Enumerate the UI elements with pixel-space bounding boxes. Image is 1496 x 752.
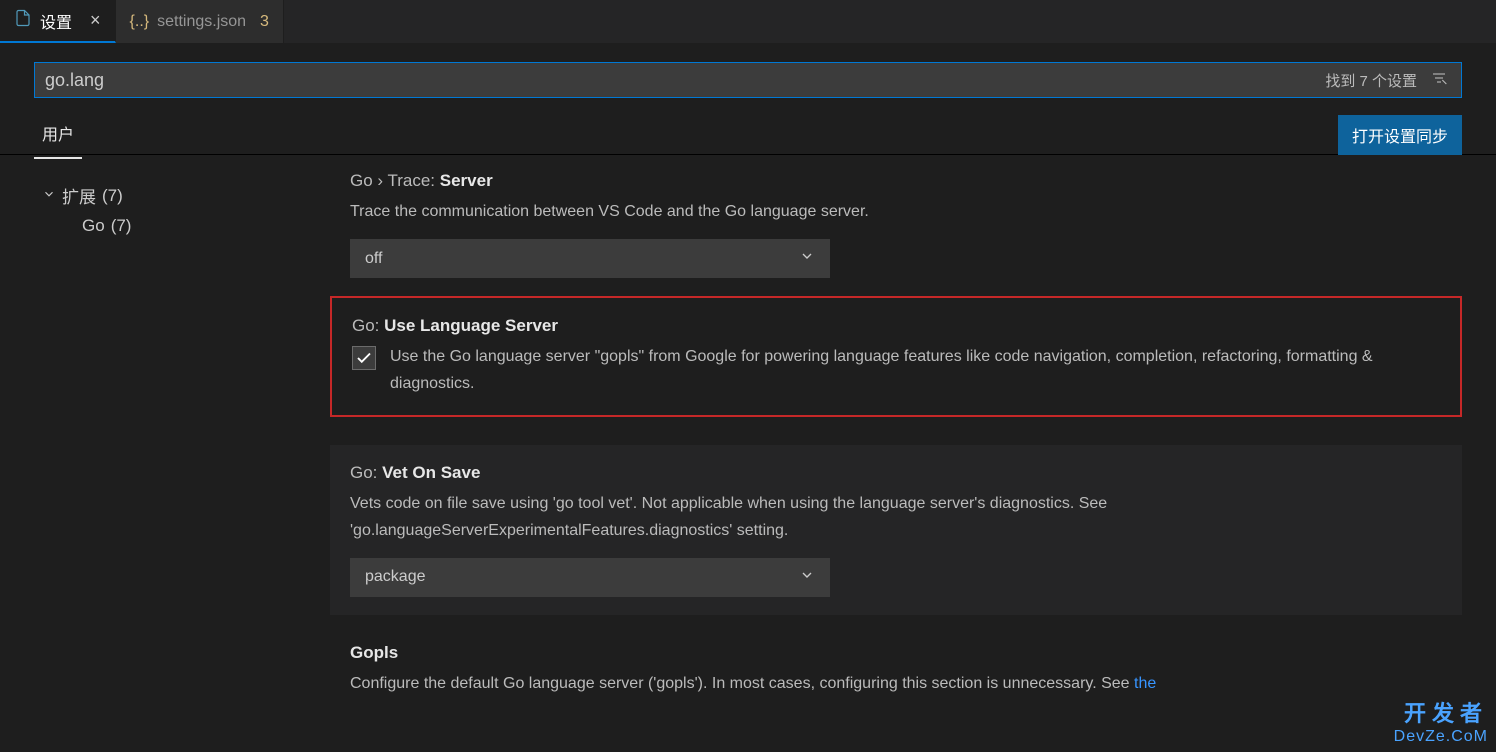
json-braces-icon: {..} [130, 13, 150, 31]
setting-go-trace-server: Go › Trace: Server Trace the communicati… [330, 171, 1462, 296]
tab-settings-json[interactable]: {..} settings.json 3 [116, 0, 284, 43]
tab-label: 设置 [40, 9, 72, 33]
chevron-down-icon [799, 248, 815, 269]
setting-title: Go: Vet On Save [350, 463, 1442, 483]
setting-title: Gopls [350, 643, 1442, 663]
open-settings-sync-button[interactable]: 打开设置同步 [1338, 115, 1462, 155]
tree-label: Go [82, 216, 105, 236]
trace-server-select[interactable]: off [350, 239, 830, 278]
tab-badge: 3 [260, 13, 269, 31]
setting-go-use-language-server: Go: Use Language Server Use the Go langu… [330, 296, 1462, 417]
tree-item-go[interactable]: Go (7) [34, 212, 314, 240]
search-right: 找到 7 个设置 [1325, 70, 1461, 91]
content: 扩展 (7) Go (7) Go › Trace: Server Trace t… [0, 155, 1496, 751]
close-icon[interactable]: × [90, 10, 101, 31]
setting-description: Use the Go language server "gopls" from … [390, 344, 1440, 397]
search-area: 找到 7 个设置 [0, 44, 1496, 98]
search-result-count: 找到 7 个设置 [1325, 70, 1417, 91]
select-value: package [365, 568, 426, 586]
use-language-server-checkbox[interactable] [352, 346, 376, 370]
tree-count: (7) [102, 186, 123, 206]
tab-label: settings.json [157, 13, 246, 31]
tree-count: (7) [111, 216, 132, 236]
select-value: off [365, 250, 383, 268]
gopls-doc-link[interactable]: the [1134, 675, 1156, 692]
setting-description: Configure the default Go language server… [350, 671, 1442, 697]
tree-item-extensions[interactable]: 扩展 (7) [34, 179, 314, 212]
vet-on-save-select[interactable]: package [350, 558, 830, 597]
check-icon [355, 349, 373, 367]
settings-main: Go › Trace: Server Trace the communicati… [330, 171, 1462, 751]
chevron-down-icon [42, 186, 56, 206]
checkbox-row: Use the Go language server "gopls" from … [352, 344, 1440, 397]
setting-title: Go › Trace: Server [350, 171, 1442, 191]
tree-label: 扩展 [62, 183, 96, 208]
select-wrap: package [350, 558, 830, 597]
filter-icon[interactable] [1429, 70, 1449, 90]
scope-tab-user[interactable]: 用户 [34, 111, 82, 159]
scope-bar: 用户 打开设置同步 [0, 98, 1496, 154]
setting-go-vet-on-save: Go: Vet On Save Vets code on file save u… [330, 445, 1462, 615]
settings-search-input[interactable] [35, 64, 1325, 97]
search-wrap: 找到 7 个设置 [34, 62, 1462, 98]
chevron-down-icon [799, 567, 815, 588]
setting-description: Trace the communication between VS Code … [350, 199, 1442, 225]
setting-description: Vets code on file save using 'go tool ve… [350, 491, 1442, 544]
file-icon [14, 9, 32, 32]
settings-tree: 扩展 (7) Go (7) [34, 171, 314, 751]
setting-gopls: Gopls Configure the default Go language … [330, 643, 1462, 729]
tabs-bar: 设置 × {..} settings.json 3 [0, 0, 1496, 44]
select-wrap: off [350, 239, 830, 278]
tab-settings[interactable]: 设置 × [0, 0, 116, 43]
setting-title: Go: Use Language Server [352, 316, 1440, 336]
